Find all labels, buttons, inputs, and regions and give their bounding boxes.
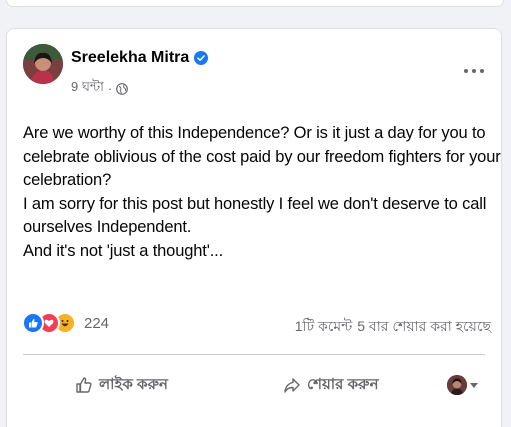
previous-post-card-edge bbox=[6, 0, 504, 7]
actions-divider bbox=[23, 354, 485, 355]
dot bbox=[464, 69, 468, 73]
share-button-label: শেয়ার করুন bbox=[307, 375, 379, 393]
reaction-identity-selector[interactable] bbox=[447, 365, 478, 405]
post-action-bar: লাইক করুন শেয়ার করুন bbox=[7, 365, 501, 405]
profile-avatar bbox=[447, 375, 467, 395]
post-card: Sreelekha Mitra 9 ঘন্টা · Are we worthy … bbox=[6, 28, 502, 427]
post-text-line: celebration? bbox=[23, 171, 112, 189]
like-button[interactable]: লাইক করুন bbox=[75, 365, 168, 405]
post-body: Are we worthy of this Independence? Or i… bbox=[23, 122, 501, 263]
more-options-icon[interactable] bbox=[464, 67, 484, 75]
post-meta: 9 ঘন্টা · bbox=[71, 78, 129, 99]
engagement-stats: 1টি কমেন্ট 5 বার শেয়ার করা হয়েছে bbox=[295, 315, 491, 339]
author-name[interactable]: Sreelekha Mitra bbox=[71, 49, 189, 67]
globe-icon[interactable] bbox=[116, 82, 129, 95]
share-button[interactable]: শেয়ার করুন bbox=[283, 365, 379, 405]
reaction-count: 224 bbox=[84, 314, 110, 332]
post-timestamp[interactable]: 9 ঘন্টা bbox=[71, 78, 104, 99]
post-text-line: I am sorry for this post but honestly I … bbox=[23, 194, 487, 213]
dot bbox=[480, 69, 484, 73]
share-arrow-icon bbox=[284, 378, 300, 393]
post-text-line: celebrate oblivious of the cost paid by … bbox=[23, 147, 501, 166]
author-row: Sreelekha Mitra bbox=[71, 49, 209, 67]
post-text-line: ourselves Independent. bbox=[23, 218, 192, 236]
chevron-down-icon bbox=[470, 382, 478, 388]
reactions-summary[interactable]: 224 bbox=[22, 312, 109, 334]
share-count-link[interactable]: 5 বার শেয়ার করা হয়েছে bbox=[357, 315, 491, 339]
author-avatar[interactable] bbox=[23, 44, 63, 84]
post-text-line: Are we worthy of this Independence? Or i… bbox=[23, 124, 486, 142]
like-reaction-icon bbox=[22, 312, 44, 334]
dot bbox=[472, 69, 476, 73]
post-text-line: And it's not 'just a thought'... bbox=[23, 241, 224, 260]
thumbs-up-icon bbox=[76, 377, 92, 393]
meta-separator: · bbox=[107, 81, 113, 96]
comment-count-link[interactable]: 1টি কমেন্ট bbox=[295, 315, 353, 339]
like-button-label: লাইক করুন bbox=[99, 375, 168, 393]
verified-badge-icon bbox=[194, 51, 209, 65]
